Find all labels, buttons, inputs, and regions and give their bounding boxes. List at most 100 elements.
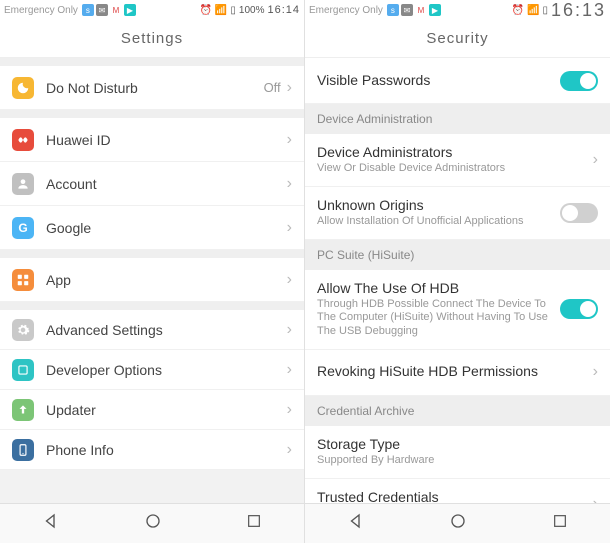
dnd-icon	[12, 77, 34, 99]
row-unknown-origins[interactable]: Unknown Origins Allow Installation Of Un…	[305, 187, 610, 240]
section-pc-suite: PC Suite (HiSuite)	[305, 240, 610, 270]
notif-icon: ✉	[401, 4, 413, 16]
page-title-settings: Settings	[0, 20, 304, 58]
row-subtitle: Supported By Hardware	[317, 454, 590, 468]
row-visible-passwords[interactable]: Visible Passwords	[305, 58, 610, 104]
row-revoke-hdb[interactable]: Revoking HiSuite HDB Permissions ›	[305, 350, 610, 396]
row-storage-type[interactable]: Storage Type Supported By Hardware	[305, 426, 610, 479]
row-device-administrators[interactable]: Device Administrators View Or Disable De…	[305, 134, 610, 187]
toggle-allow-hdb[interactable]	[560, 299, 598, 319]
chevron-right-icon: ›	[287, 79, 292, 97]
row-updater[interactable]: Updater ›	[0, 390, 304, 430]
statusbar-time: 16:14	[267, 4, 300, 16]
row-label: Huawei ID	[46, 132, 287, 148]
carrier-text: Emergency Only	[309, 5, 383, 16]
google-icon: G	[12, 217, 34, 239]
chevron-right-icon: ›	[287, 271, 292, 289]
notif-icon: s	[387, 4, 399, 16]
nav-recent-button[interactable]	[246, 513, 262, 534]
chevron-right-icon: ›	[287, 401, 292, 419]
account-icon	[12, 173, 34, 195]
row-title: Allow The Use Of HDB	[317, 280, 552, 296]
row-app[interactable]: App ›	[0, 258, 304, 302]
row-label: Do Not Disturb	[46, 80, 264, 96]
nav-back-button[interactable]	[347, 512, 365, 535]
page-title-security: Security	[305, 20, 610, 58]
row-label: Updater	[46, 402, 287, 418]
row-title: Unknown Origins	[317, 197, 552, 213]
row-subtitle: Through HDB Possible Connect The Device …	[317, 298, 552, 339]
row-subtitle: View Or Disable Device Administrators	[317, 162, 585, 176]
chevron-right-icon: ›	[287, 321, 292, 339]
chevron-right-icon: ›	[287, 175, 292, 193]
alarm-icon: ⏰	[199, 5, 211, 16]
statusbar-time: 16:13	[551, 0, 606, 21]
chevron-right-icon: ›	[287, 219, 292, 237]
chevron-right-icon: ›	[287, 361, 292, 379]
chevron-right-icon: ›	[287, 441, 292, 459]
gear-icon	[12, 319, 34, 341]
section-credential-archive: Credential Archive	[305, 396, 610, 426]
row-label: Phone Info	[46, 442, 287, 458]
gmail-icon: M	[110, 4, 122, 16]
battery-text: 100%	[239, 5, 265, 16]
toggle-unknown-origins[interactable]	[560, 203, 598, 223]
row-huawei-id[interactable]: Huawei ID ›	[0, 118, 304, 162]
notif-icon: ✉	[96, 4, 108, 16]
toggle-visible-passwords[interactable]	[560, 71, 598, 91]
notif-icon: ▶	[429, 4, 441, 16]
chevron-right-icon: ›	[593, 495, 598, 503]
statusbar-right-icons: ⏰ 📶 ▯ 100% 16:14	[199, 4, 300, 16]
nav-home-button[interactable]	[144, 512, 162, 535]
huawei-icon	[12, 129, 34, 151]
row-label: Account	[46, 176, 287, 192]
chevron-right-icon: ›	[287, 131, 292, 149]
statusbar-right-icons: ⏰ 📶 ▯ 16:13	[512, 0, 606, 21]
statusbar-app-icons: s ✉ M ▶	[82, 4, 136, 16]
statusbar-app-icons: s ✉ M ▶	[387, 4, 441, 16]
row-account[interactable]: Account ›	[0, 162, 304, 206]
developer-icon	[12, 359, 34, 381]
nav-back-button[interactable]	[42, 512, 60, 535]
row-subtitle: Allow Installation Of Unofficial Applica…	[317, 215, 552, 229]
carrier-text: Emergency Only	[4, 5, 78, 16]
row-title: Visible Passwords	[317, 72, 552, 88]
row-phone-info[interactable]: Phone Info ›	[0, 430, 304, 470]
chevron-right-icon: ›	[593, 151, 598, 169]
nav-home-button[interactable]	[449, 512, 467, 535]
wifi-icon: 📶	[527, 5, 539, 16]
phone-info-icon	[12, 439, 34, 461]
android-navbar	[0, 503, 304, 543]
wifi-icon: 📶	[215, 5, 227, 16]
row-title: Storage Type	[317, 436, 590, 452]
row-do-not-disturb[interactable]: Do Not Disturb Off ›	[0, 66, 304, 110]
chevron-right-icon: ›	[593, 363, 598, 381]
statusbar-right: Emergency Only s ✉ M ▶ ⏰ 📶 ▯ 16:13	[305, 0, 610, 20]
row-google[interactable]: G Google ›	[0, 206, 304, 250]
nav-recent-button[interactable]	[552, 513, 568, 534]
notif-icon: s	[82, 4, 94, 16]
gmail-icon: M	[415, 4, 427, 16]
row-label: Advanced Settings	[46, 322, 287, 338]
row-value: Off	[264, 80, 281, 95]
row-title: Revoking HiSuite HDB Permissions	[317, 363, 585, 379]
apps-icon	[12, 269, 34, 291]
android-navbar	[305, 503, 610, 543]
row-developer-options[interactable]: Developer Options ›	[0, 350, 304, 390]
row-label: Developer Options	[46, 362, 287, 378]
alarm-icon: ⏰	[512, 5, 524, 16]
row-trusted-credentials[interactable]: Trusted Credentials View Certificates As…	[305, 479, 610, 504]
row-allow-hdb[interactable]: Allow The Use Of HDB Through HDB Possibl…	[305, 270, 610, 350]
updater-icon	[12, 399, 34, 421]
row-title: Trusted Credentials	[317, 489, 585, 504]
row-title: Device Administrators	[317, 144, 585, 160]
notif-icon: ▶	[124, 4, 136, 16]
row-label: Google	[46, 220, 287, 236]
sim-icon: ▯	[230, 5, 236, 16]
sim-icon: ▯	[542, 5, 548, 16]
row-label: App	[46, 272, 287, 288]
statusbar-left: Emergency Only s ✉ M ▶ ⏰ 📶 ▯ 100% 16:14	[0, 0, 304, 20]
row-advanced-settings[interactable]: Advanced Settings ›	[0, 310, 304, 350]
moon-icon	[16, 81, 30, 95]
section-device-administration: Device Administration	[305, 104, 610, 134]
